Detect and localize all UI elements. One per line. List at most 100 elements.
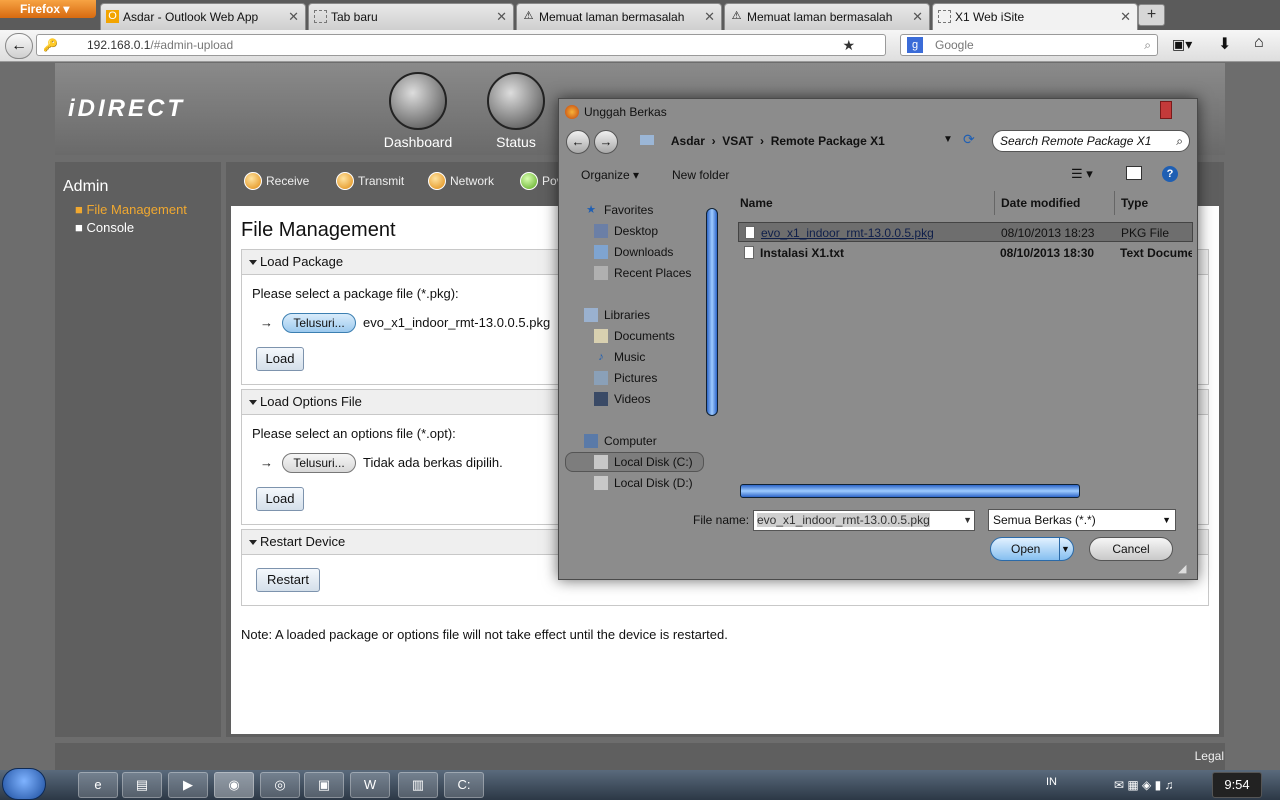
load-package-button[interactable]: Load — [256, 347, 304, 371]
tab-error-1[interactable]: ⚠ Memuat laman bermasalah ✕ — [516, 3, 722, 30]
file-type: Text Docume — [1120, 246, 1192, 260]
sidebar-item-file-management[interactable]: ■ File Management — [75, 202, 187, 217]
organize-menu[interactable]: Organize ▾ — [581, 168, 639, 182]
tree-downloads[interactable]: Downloads — [594, 245, 673, 259]
refresh-icon[interactable]: ⟳ — [963, 131, 975, 148]
new-tab-button[interactable]: + — [1138, 4, 1165, 26]
nav-status[interactable]: Status — [476, 72, 556, 150]
column-separator[interactable] — [1114, 191, 1115, 215]
tab-x1-web-isite[interactable]: X1 Web iSite ✕ — [932, 3, 1138, 30]
language-indicator[interactable]: IN — [1046, 776, 1057, 788]
cmd-taskbar-icon[interactable]: C: — [444, 772, 484, 798]
open-button[interactable]: Open ▼ — [990, 537, 1074, 561]
resize-grip-icon[interactable]: ◢ — [1178, 562, 1186, 575]
close-icon[interactable]: ✕ — [704, 4, 715, 30]
file-list-scrollbar[interactable] — [740, 484, 1080, 498]
nav-label: Dashboard — [383, 134, 453, 150]
tree-libraries[interactable]: Libraries — [584, 308, 650, 322]
chevron-down-icon[interactable]: ▼ — [963, 511, 972, 530]
new-folder-button[interactable]: New folder — [672, 168, 729, 182]
dialog-search-placeholder: Search Remote Package X1 — [1000, 134, 1152, 148]
subtab-transmit[interactable]: Transmit — [336, 172, 404, 190]
column-separator[interactable] — [994, 191, 995, 215]
tab-label: Asdar - Outlook Web App — [123, 10, 259, 24]
legal-link[interactable]: Legal — [1195, 749, 1224, 763]
dialog-search-input[interactable]: Search Remote Package X1 ⌕ — [992, 130, 1190, 152]
tree-local-disk-d[interactable]: Local Disk (D:) — [594, 476, 693, 490]
firefox-taskbar-icon[interactable]: ◉ — [214, 772, 254, 798]
warning-icon: ⚠ — [731, 10, 742, 22]
open-dropdown-icon[interactable]: ▼ — [1059, 538, 1071, 560]
bookmark-star-icon[interactable]: ★ — [842, 35, 855, 55]
sidebar-item-console[interactable]: ■ Console — [75, 220, 134, 235]
file-type-select[interactable]: Semua Berkas (*.*) ▼ — [988, 509, 1176, 531]
column-header-type[interactable]: Type — [1121, 196, 1148, 210]
cancel-button[interactable]: Cancel — [1089, 537, 1173, 561]
view-options-icon[interactable]: ☰ ▾ — [1071, 166, 1093, 182]
load-options-button[interactable]: Load — [256, 487, 304, 511]
nav-dashboard[interactable]: Dashboard — [378, 72, 458, 150]
tree-favorites[interactable]: ★ Favorites — [584, 203, 653, 217]
tree-computer[interactable]: Computer — [584, 434, 657, 448]
subtab-network[interactable]: Network — [428, 172, 494, 190]
bookmarks-menu-icon[interactable]: ▣▾ — [1172, 36, 1192, 53]
search-bar[interactable]: g Google ⌕ — [900, 34, 1158, 56]
search-icon[interactable]: ⌕ — [1144, 35, 1151, 55]
tab-new[interactable]: Tab baru ✕ — [308, 3, 514, 30]
url-bar[interactable]: 🔑 192.168.0.1/#admin-upload ★ — [36, 34, 886, 56]
media-player-taskbar-icon[interactable]: ▶ — [168, 772, 208, 798]
browse-options-button[interactable]: Telusuri... — [282, 453, 356, 473]
tab-error-2[interactable]: ⚠ Memuat laman bermasalah ✕ — [724, 3, 930, 30]
tree-documents[interactable]: Documents — [594, 329, 675, 343]
column-header-date[interactable]: Date modified — [1001, 196, 1080, 210]
firefox-menu-button[interactable]: Firefox ▾ — [0, 0, 96, 18]
breadcrumb-dropdown-icon[interactable]: ▼ — [943, 134, 953, 145]
chrome-taskbar-icon[interactable]: ◎ — [260, 772, 300, 798]
videos-icon — [594, 392, 608, 406]
tree-desktop[interactable]: Desktop — [594, 224, 658, 238]
tree-music[interactable]: ♪ Music — [594, 350, 645, 364]
breadcrumb[interactable]: Asdar › VSAT › Remote Package X1 — [640, 128, 980, 154]
dialog-back-button[interactable]: ← — [566, 130, 590, 154]
tab-outlook[interactable]: O Asdar - Outlook Web App ✕ — [100, 3, 306, 30]
dialog-forward-button[interactable]: → — [594, 130, 618, 154]
close-icon[interactable]: ✕ — [496, 4, 507, 30]
tree-local-disk-c[interactable]: Local Disk (C:) — [594, 455, 693, 469]
file-row[interactable]: Instalasi X1.txt 08/10/2013 18:30 Text D… — [738, 243, 1193, 263]
tree-videos[interactable]: Videos — [594, 392, 650, 406]
close-icon[interactable]: ✕ — [288, 4, 299, 30]
home-icon[interactable]: ⌂ — [1254, 34, 1264, 52]
restart-button[interactable]: Restart — [256, 568, 320, 592]
start-button[interactable] — [2, 768, 46, 800]
taskbar-clock[interactable]: 9:54 — [1212, 772, 1262, 798]
navigation-scrollbar[interactable] — [706, 208, 718, 416]
breadcrumb-item[interactable]: Remote Package X1 — [771, 134, 885, 148]
file-name-input[interactable]: evo_x1_indoor_rmt-13.0.0.5.pkg ▼ — [753, 510, 975, 531]
recent-places-icon — [594, 266, 608, 280]
column-header-name[interactable]: Name — [740, 196, 773, 210]
close-icon[interactable]: ✕ — [912, 4, 923, 30]
dialog-close-button[interactable] — [1160, 101, 1172, 119]
file-row[interactable]: evo_x1_indoor_rmt-13.0.0.5.pkg 08/10/201… — [738, 222, 1193, 242]
word-taskbar-icon[interactable]: W — [350, 772, 390, 798]
tab-label: X1 Web iSite — [955, 10, 1025, 24]
back-button[interactable]: ← — [5, 33, 33, 59]
subtab-receive[interactable]: Receive — [244, 172, 309, 190]
downloads-icon[interactable]: ⬇ — [1218, 34, 1231, 54]
subtab-power[interactable]: Pov — [520, 172, 563, 190]
ie-taskbar-icon[interactable]: e — [78, 772, 118, 798]
breadcrumb-item[interactable]: VSAT — [722, 134, 753, 148]
preview-pane-icon[interactable] — [1126, 166, 1142, 180]
breadcrumb-item[interactable]: Asdar — [671, 134, 705, 148]
tray-icons[interactable]: ✉ ▦ ◈ ▮ ♫ — [1114, 778, 1174, 792]
chevron-down-icon: ▼ — [1162, 515, 1171, 525]
app-taskbar-icon[interactable]: ▣ — [304, 772, 344, 798]
browse-package-button[interactable]: Telusuri... — [282, 313, 356, 333]
explorer-taskbar-icon[interactable]: ▤ — [122, 772, 162, 798]
help-icon[interactable]: ? — [1162, 166, 1178, 182]
close-icon[interactable]: ✕ — [1120, 4, 1131, 30]
notepad-taskbar-icon[interactable]: ▥ — [398, 772, 438, 798]
tree-pictures[interactable]: Pictures — [594, 371, 657, 385]
folder-icon — [640, 135, 654, 145]
tree-recent-places[interactable]: Recent Places — [594, 266, 691, 280]
